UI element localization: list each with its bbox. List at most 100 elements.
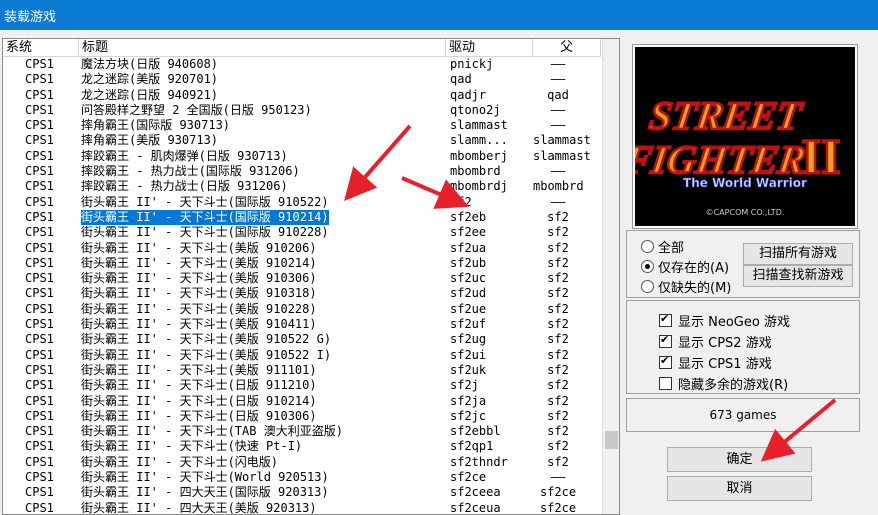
- cell-driver: sf2ja: [450, 393, 487, 408]
- radio-existing-indicator[interactable]: [641, 260, 654, 273]
- table-row[interactable]: CPS1 街头霸王 II' - 天下斗士(美版 910214) sf2ub sf2: [3, 256, 601, 271]
- cell-parent: sf2: [547, 393, 569, 408]
- cell-system: CPS1: [25, 332, 54, 347]
- logo-line1: STREET: [647, 93, 806, 138]
- cell-system: CPS1: [25, 317, 54, 332]
- column-header-system[interactable]: 系统: [3, 39, 79, 56]
- cancel-button[interactable]: 取消: [667, 476, 812, 501]
- cell-driver: sf2ee: [450, 225, 487, 240]
- checkbox-show-cps1-box[interactable]: [659, 354, 672, 369]
- table-row[interactable]: CPS1 街头霸王 II' - 天下斗士(国际版 910214) sf2eb sf2: [3, 208, 601, 227]
- cell-parent: sf2: [547, 424, 569, 439]
- ok-button[interactable]: 确定: [667, 447, 812, 472]
- table-row[interactable]: CPS1 街头霸王 II' - 四大天王(国际版 920313) sf2ceea sf…: [3, 485, 601, 500]
- cell-system: CPS1: [25, 424, 54, 439]
- cell-parent: sf2: [547, 317, 569, 332]
- cell-system: CPS1: [25, 164, 54, 179]
- checkbox-show-neogeo[interactable]: 显示 NeoGeo 游戏: [659, 311, 790, 330]
- table-row[interactable]: CPS1 摔跤霸王 - 热力战士(国际版 931206) mbombrd ——: [3, 164, 601, 179]
- table-row[interactable]: CPS1 摔角霸王(美版 930713) slamm... slammast: [3, 133, 601, 148]
- cell-driver: qadjr: [450, 87, 487, 102]
- checkbox-show-cps2-box[interactable]: [659, 333, 672, 348]
- checkbox-show-cps1[interactable]: 显示 CPS1 游戏: [659, 353, 772, 372]
- table-row[interactable]: CPS1 街头霸王 II' - 天下斗士(日版 910306) sf2jc sf2: [3, 409, 601, 424]
- checkbox-hide-extra[interactable]: 隐藏多余的游戏(R): [659, 374, 788, 393]
- game-count: 673 games: [709, 408, 777, 422]
- list-scrollbar[interactable]: [602, 39, 619, 514]
- table-row[interactable]: CPS1 街头霸王 II' - 天下斗士(美版 910318) sf2ud sf2: [3, 286, 601, 301]
- table-row[interactable]: CPS1 街头霸王 II' - 天下斗士(美版 910206) sf2ua sf2: [3, 241, 601, 256]
- game-list[interactable]: 系统 标题 驱动 父 CPS1 魔法方块(日版 940608) pnickj —— CP…: [2, 38, 620, 515]
- table-row[interactable]: CPS1 街头霸王 II' - 天下斗士(美版 910522 I) sf2ui sf2: [3, 348, 601, 363]
- cell-parent: slammast: [533, 148, 591, 163]
- checkbox-show-neogeo-box[interactable]: [659, 312, 672, 327]
- table-row[interactable]: CPS1 街头霸王 II' - 天下斗士(国际版 910228) sf2ee sf2: [3, 225, 601, 240]
- table-row[interactable]: CPS1 龙之迷踪(美版 920701) qad ——: [3, 72, 601, 87]
- game-preview: STREET FIGHTER II The World Warrior ©CAP…: [632, 44, 858, 229]
- table-row[interactable]: CPS1 街头霸王 II' - 天下斗士(TAB 澳大利亚盗版) sf2ebbl sf…: [3, 424, 601, 439]
- column-header-driver[interactable]: 驱动: [446, 39, 533, 56]
- cell-system: CPS1: [25, 470, 54, 485]
- cell-title: 街头霸王 II' - 天下斗士(日版 910214): [81, 393, 317, 408]
- table-row[interactable]: CPS1 街头霸王 II' - 天下斗士(美版 910411) sf2uf sf2: [3, 317, 601, 332]
- cell-title: 街头霸王 II' - 天下斗士(国际版 910228): [81, 225, 329, 240]
- cell-parent: qad: [547, 87, 569, 102]
- table-row[interactable]: CPS1 问答殿样之野望 2 全国版(日版 950123) qtono2j ——: [3, 103, 601, 118]
- radio-missing-indicator[interactable]: [641, 280, 654, 293]
- table-row[interactable]: CPS1 街头霸王 II' - 天下斗士(美版 911101) sf2uk sf2: [3, 363, 601, 378]
- table-row[interactable]: CPS1 街头霸王 II' - 天下斗士(美版 910228) sf2ue sf2: [3, 302, 601, 317]
- cell-parent: sf2: [547, 240, 569, 255]
- radio-all-indicator[interactable]: [641, 240, 654, 253]
- column-header-title[interactable]: 标题: [79, 39, 446, 56]
- cell-parent: sf2: [547, 378, 569, 393]
- cell-title: 摔角霸王(国际版 930713): [81, 118, 231, 133]
- radio-all-label: 全部: [658, 241, 685, 256]
- cell-system: CPS1: [25, 347, 54, 362]
- table-row[interactable]: CPS1 摔跤霸王 - 肌肉爆弹(日版 930713) mbomberj slamma…: [3, 149, 601, 164]
- scan-new-button[interactable]: 扫描查找新游戏: [743, 265, 853, 287]
- checkbox-hide-extra-box[interactable]: [659, 377, 672, 390]
- cell-title: 问答殿样之野望 2 全国版(日版 950123): [81, 102, 312, 117]
- cell-parent: sf2: [547, 332, 569, 347]
- cell-title: 街头霸王 II' - 天下斗士(美版 910318): [81, 286, 317, 301]
- table-row[interactable]: CPS1 摔跤霸王 - 热力战士(日版 931206) mbombrdj mbombr…: [3, 179, 601, 194]
- cell-system: CPS1: [25, 87, 54, 102]
- cell-system: CPS1: [25, 118, 54, 133]
- column-header-parent[interactable]: 父: [533, 39, 601, 56]
- cell-parent: sf2: [547, 225, 569, 240]
- table-row[interactable]: CPS1 摔角霸王(国际版 930713) slammast ——: [3, 118, 601, 133]
- table-row[interactable]: CPS1 魔法方块(日版 940608) pnickj ——: [3, 57, 601, 72]
- table-row[interactable]: CPS1 龙之迷踪(日版 940921) qadjr qad: [3, 88, 601, 103]
- table-row[interactable]: CPS1 街头霸王 II' - 天下斗士(World 920513) sf2ce ——: [3, 470, 601, 485]
- cell-title: 街头霸王 II' - 天下斗士(TAB 澳大利亚盗版): [81, 424, 343, 439]
- scan-all-button[interactable]: 扫描所有游戏: [743, 243, 853, 265]
- cell-parent: sf2ce: [539, 485, 577, 500]
- logo-copyright: ©CAPCOM CO.,LTD.: [706, 208, 785, 217]
- cell-title: 街头霸王 II' - 四大天王(国际版 920313): [81, 485, 329, 500]
- cell-driver: slammast: [450, 118, 508, 133]
- display-options-group: 显示 NeoGeo 游戏 显示 CPS2 游戏 显示 CPS1 游戏 隐藏多余的…: [626, 300, 860, 394]
- radio-all[interactable]: 全部: [641, 237, 684, 256]
- table-row[interactable]: CPS1 街头霸王 II' - 天下斗士(日版 911210) sf2j sf2: [3, 378, 601, 393]
- cell-title: 街头霸王 II' - 天下斗士(美版 910411): [81, 317, 317, 332]
- table-row[interactable]: CPS1 街头霸王 II' - 天下斗士(国际版 910522) sf2 ——: [3, 195, 601, 210]
- cell-parent: ——: [550, 72, 566, 87]
- logo-subtitle: The World Warrior: [683, 176, 807, 190]
- radio-existing[interactable]: 仅存在的(A): [641, 257, 729, 276]
- cell-title: 龙之迷踪(日版 940921): [81, 87, 219, 102]
- cell-title: 街头霸王 II' - 天下斗士(美版 910522 G): [81, 332, 332, 347]
- checkbox-show-cps2[interactable]: 显示 CPS2 游戏: [659, 332, 772, 351]
- cell-parent: sf2: [547, 454, 569, 469]
- table-row[interactable]: CPS1 街头霸王 II' - 天下斗士(闪电版) sf2thndr sf2: [3, 455, 601, 470]
- table-row[interactable]: CPS1 街头霸王 II' - 天下斗士(美版 910306) sf2uc sf2: [3, 271, 601, 286]
- radio-missing[interactable]: 仅缺失的(M): [641, 277, 731, 296]
- table-row[interactable]: CPS1 街头霸王 II' - 天下斗士(美版 910522 G) sf2ug sf2: [3, 332, 601, 347]
- table-row[interactable]: CPS1 街头霸王 II' - 天下斗士(快速 Pt-I) sf2qp1 sf2: [3, 439, 601, 454]
- cell-title: 摔跤霸王 - 肌肉爆弹(日版 930713): [81, 148, 288, 163]
- cell-system: CPS1: [25, 408, 54, 423]
- cell-driver: mbomberj: [450, 148, 508, 163]
- cell-system: CPS1: [25, 225, 54, 240]
- table-row[interactable]: CPS1 街头霸王 II' - 天下斗士(日版 910214) sf2ja sf2: [3, 394, 601, 409]
- scrollbar-thumb[interactable]: [605, 431, 618, 449]
- cell-parent: sf2: [547, 286, 569, 301]
